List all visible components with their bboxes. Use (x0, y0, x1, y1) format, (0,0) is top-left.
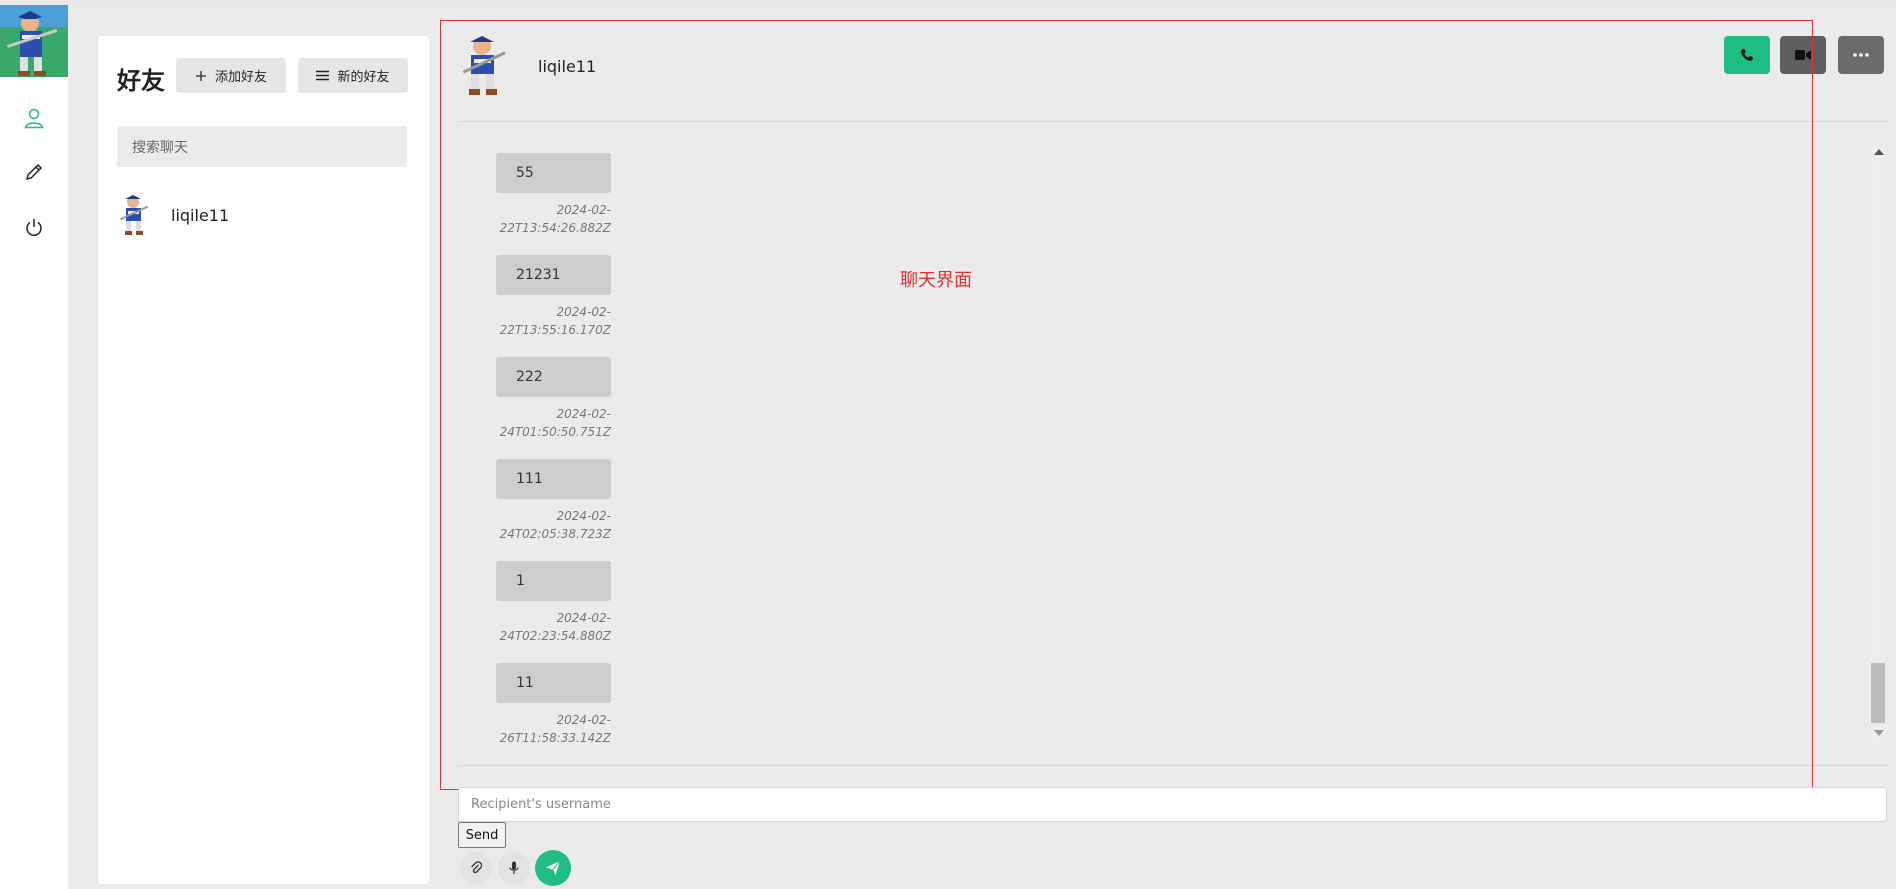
message-time: 2024-02- 22T13:54:26.882Z (499, 203, 611, 235)
message-bubble: 1 (496, 561, 611, 601)
new-friends-label: 新的好友 (337, 70, 390, 85)
message-scrollbar[interactable] (1870, 145, 1886, 743)
annotation-label: 聊天界面 (900, 270, 972, 291)
menu-icon (316, 70, 330, 81)
message-time: 2024-02- 26T11:58:33.142Z (499, 713, 611, 745)
add-friend-label: 添加好友 (214, 70, 267, 85)
message-time: 2024-02- 24T02:05:38.723Z (499, 509, 611, 541)
voice-call-button[interactable] (1724, 36, 1770, 74)
friends-title: 好友 (117, 67, 165, 95)
user-avatar[interactable] (0, 5, 68, 77)
user-icon[interactable] (22, 106, 46, 130)
chat-header: liqile11 (458, 32, 1888, 122)
friends-panel: 好友 添加好友 新的好友 搜索聊天 liqile11 (98, 36, 429, 884)
send-button[interactable]: Send (458, 822, 506, 848)
scroll-thumb[interactable] (1871, 663, 1885, 723)
video-call-button[interactable] (1780, 36, 1826, 74)
message-item: 55 2024-02- 22T13:54:26.882Z (496, 153, 611, 237)
message-item: 111 2024-02- 24T02:05:38.723Z (496, 459, 611, 543)
scroll-up-arrow-icon[interactable] (1874, 149, 1884, 155)
friend-list-item[interactable]: liqile11 (117, 194, 407, 236)
message-time: 2024-02- 22T13:55:16.170Z (499, 305, 611, 337)
message-item: 1 2024-02- 24T02:23:54.880Z (496, 561, 611, 645)
video-icon (1795, 50, 1811, 60)
microphone-button[interactable] (498, 852, 530, 884)
message-bubble: 11 (496, 663, 611, 703)
message-time: 2024-02- 24T01:50:50.751Z (499, 407, 611, 439)
search-input[interactable]: 搜索聊天 (117, 126, 407, 167)
app-root: 好友 添加好友 新的好友 搜索聊天 liqile11 liqile11 55 2… (0, 0, 1896, 889)
phone-icon (1741, 49, 1753, 61)
message-bubble: 55 (496, 153, 611, 193)
search-placeholder: 搜索聊天 (132, 139, 188, 156)
friend-avatar (119, 195, 149, 235)
paper-plane-icon (546, 860, 561, 875)
message-bubble: 21231 (496, 255, 611, 295)
message-list: 55 2024-02- 22T13:54:26.882Z 21231 2024-0… (458, 140, 1870, 747)
message-bubble: 111 (496, 459, 611, 499)
message-item: 222 2024-02- 24T01:50:50.751Z (496, 357, 611, 441)
friend-name: liqile11 (171, 205, 230, 225)
paperclip-icon (471, 861, 482, 874)
send-message-button[interactable] (535, 850, 571, 886)
message-item: 11 2024-02- 26T11:58:33.142Z (496, 663, 611, 747)
left-nav (0, 5, 68, 889)
new-friends-button[interactable]: 新的好友 (298, 58, 408, 93)
more-icon (1853, 53, 1869, 57)
contact-avatar (462, 36, 506, 95)
message-bubble: 222 (496, 357, 611, 397)
message-item: 21231 2024-02- 22T13:55:16.170Z (496, 255, 611, 339)
attach-button[interactable] (460, 852, 492, 884)
plus-icon (195, 70, 206, 81)
contact-name: liqile11 (538, 57, 597, 76)
chat-divider (458, 765, 1888, 766)
recipient-placeholder: Recipient's username (471, 797, 611, 812)
more-options-button[interactable] (1838, 36, 1884, 74)
power-icon[interactable] (22, 215, 46, 239)
microphone-icon (509, 861, 519, 874)
pencil-icon[interactable] (22, 160, 46, 184)
scroll-down-arrow-icon[interactable] (1874, 730, 1884, 736)
add-friend-button[interactable]: 添加好友 (176, 58, 286, 93)
recipient-input[interactable]: Recipient's username (458, 787, 1887, 822)
message-time: 2024-02- 24T02:23:54.880Z (499, 611, 611, 643)
